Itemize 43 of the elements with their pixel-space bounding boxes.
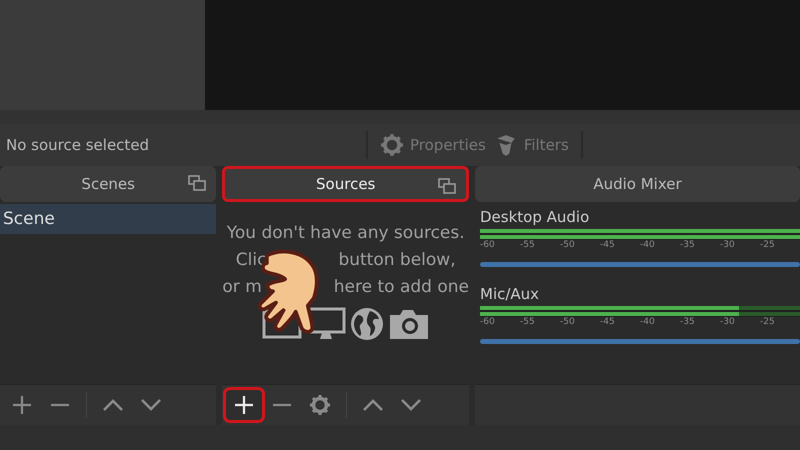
undock-icon[interactable] bbox=[188, 175, 206, 191]
add-button[interactable] bbox=[226, 390, 262, 420]
mixer-header: Audio Mixer bbox=[475, 166, 800, 202]
gear-icon bbox=[309, 394, 332, 416]
meter-scale-label: -35 bbox=[680, 240, 696, 250]
scene-item[interactable]: Scene bbox=[0, 204, 216, 234]
meter-scale-label: -55 bbox=[520, 240, 536, 250]
meter-scale-label: -30 bbox=[720, 317, 736, 327]
meter-scale-label: -25 bbox=[760, 240, 776, 250]
empty-hint-text: button below, bbox=[338, 249, 456, 272]
meter-scale-label: -60 bbox=[480, 317, 496, 327]
meter-scale-label: -40 bbox=[640, 317, 656, 327]
meter-scale-label: -50 bbox=[560, 317, 576, 327]
volume-slider[interactable] bbox=[480, 339, 800, 344]
plus-icon bbox=[233, 394, 256, 416]
meter-scale-label: -50 bbox=[560, 240, 576, 250]
meter-scale-label: -30 bbox=[720, 240, 736, 250]
empty-hint-text: You don't have any sources. bbox=[226, 222, 465, 245]
empty-hint-text: here to add one bbox=[334, 276, 469, 299]
status-text: No source selected bbox=[5, 136, 150, 154]
meter-scale-label: -35 bbox=[680, 317, 696, 327]
empty-hint-text: Clic bbox=[236, 249, 266, 272]
sources-header: Sources bbox=[222, 166, 469, 202]
globe-icon bbox=[350, 307, 384, 341]
properties-button[interactable]: Properties bbox=[376, 133, 490, 157]
minus-icon bbox=[271, 403, 294, 407]
channel-name: Mic/Aux bbox=[480, 285, 540, 303]
gear-icon bbox=[380, 133, 404, 157]
minus-icon bbox=[49, 403, 71, 407]
meter-scale-label: -55 bbox=[520, 317, 536, 327]
filters-button[interactable]: Filters bbox=[490, 133, 573, 157]
empty-hint-text: or m bbox=[222, 276, 262, 299]
undock-icon[interactable] bbox=[438, 178, 456, 194]
scenes-header: Scenes bbox=[0, 166, 216, 202]
volume-slider[interactable] bbox=[480, 262, 800, 267]
meter-scale-label: -45 bbox=[600, 240, 616, 250]
meter-scale-label: -25 bbox=[760, 317, 776, 327]
channel-name: Desktop Audio bbox=[480, 208, 590, 226]
meter-scale-label: -40 bbox=[640, 240, 656, 250]
camera-icon bbox=[388, 307, 430, 341]
meter-scale-label: -45 bbox=[600, 317, 616, 327]
meter-scale-label: -60 bbox=[480, 240, 496, 250]
plus-icon bbox=[11, 394, 33, 416]
